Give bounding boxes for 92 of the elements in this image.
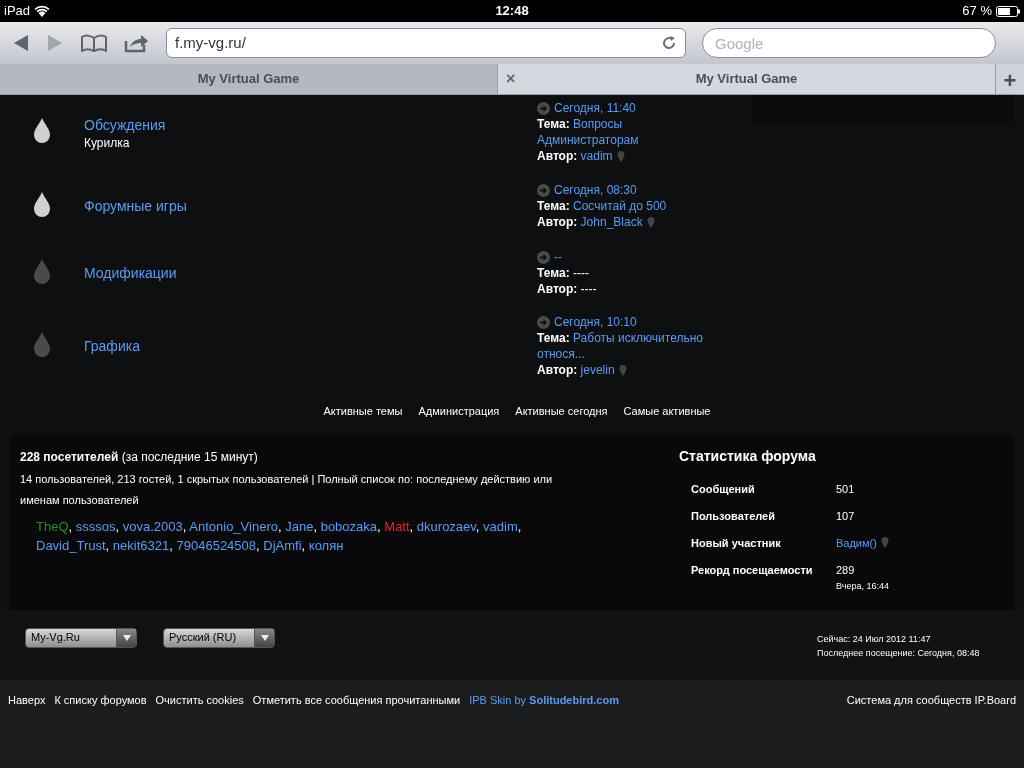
forum-title[interactable]: Модификации <box>84 262 537 284</box>
footer-link[interactable]: К списку форумов <box>54 691 147 706</box>
separator-comma: , <box>517 518 522 534</box>
stat-label: Пользователей <box>691 508 776 524</box>
tab-title: My Virtual Game <box>197 70 300 89</box>
online-user-link[interactable]: TheQ <box>36 518 69 534</box>
stat-label: Сообщений <box>691 481 756 497</box>
online-user-link[interactable]: Matt <box>384 518 410 534</box>
quick-link[interactable]: Администрация <box>418 403 500 420</box>
stat-value: 501 <box>836 481 855 497</box>
author-line: Автор: John_Black <box>537 214 643 230</box>
post-date-link[interactable]: Сегодня, 08:30 <box>554 182 637 198</box>
map-pin-icon <box>618 364 627 376</box>
clock: 12:48 <box>495 2 529 21</box>
post-date-link[interactable]: Сегодня, 10:10 <box>554 314 637 330</box>
forum-title[interactable]: Графика <box>84 335 537 357</box>
stat-label: Новый участник <box>691 535 782 551</box>
separator-comma: , <box>256 537 260 553</box>
forum-title[interactable]: Форумные игры <box>84 195 537 217</box>
online-user-link[interactable]: DjAmfi <box>263 537 302 553</box>
powered-by-link[interactable]: Система для сообществ IP.Board <box>846 691 1016 706</box>
topic-line: Тема: Сосчитай до 500 <box>537 198 668 214</box>
footer-link[interactable]: Наверх <box>8 691 46 706</box>
arrow-circle-icon <box>537 315 550 329</box>
separator-comma: , <box>115 518 120 534</box>
book-icon[interactable] <box>80 34 108 52</box>
time-info: Сейчас: 24 Июл 2012 11:47 <box>817 632 932 646</box>
device-name: iPad <box>4 2 31 21</box>
footer-link[interactable]: Отметить все сообщения прочитанными <box>252 691 461 706</box>
time-info: Последнее посещение: Сегодня, 08:48 <box>817 646 981 660</box>
stat-value: 107 <box>836 508 855 524</box>
separator-comma: , <box>105 537 110 553</box>
online-user-link[interactable]: dkurozaev <box>416 518 476 534</box>
post-date-link[interactable]: -- <box>554 249 562 265</box>
dropdown-select[interactable]: My-Vg.Ru <box>25 627 137 648</box>
new-tab-button[interactable]: + <box>996 64 1024 94</box>
arrow-circle-icon <box>537 101 550 115</box>
url-text: f.my-vg.ru/ <box>175 32 246 53</box>
address-field[interactable]: f.my-vg.ru/ <box>166 28 686 58</box>
share-icon[interactable] <box>124 33 150 53</box>
arrow-circle-icon <box>537 183 550 197</box>
quick-link[interactable]: Активные сегодня <box>515 403 608 420</box>
author-line: Автор: jevelin <box>537 362 615 378</box>
topic-line: Тема: Работы исключительно относя... <box>537 330 704 362</box>
online-user-link[interactable]: колян <box>308 537 344 553</box>
map-pin-icon <box>880 537 889 549</box>
tab-title: My Virtual Game <box>695 70 798 89</box>
caret-icon <box>260 634 269 641</box>
stat-value: 289 <box>836 562 856 578</box>
separator-comma: , <box>68 518 73 534</box>
separator-comma: , <box>182 518 187 534</box>
browser-tab[interactable]: My Virtual Game <box>0 64 498 94</box>
search-field[interactable]: Google <box>702 28 996 58</box>
online-user-link[interactable]: Antonio_Vinero <box>189 518 278 534</box>
separator-comma: , <box>169 537 173 553</box>
separator-comma: , <box>377 518 381 534</box>
quick-link[interactable]: Активные темы <box>323 403 403 420</box>
online-user-link[interactable]: David_Trust <box>36 537 106 553</box>
footer-link[interactable]: Очистить cookies <box>155 691 244 706</box>
post-date-link[interactable]: Сегодня, 11:40 <box>554 100 636 116</box>
topic-line: Тема: ---- <box>537 265 590 281</box>
author-line: Автор: ---- <box>537 281 597 297</box>
separator-comma: , <box>277 518 282 534</box>
quick-link[interactable]: Самые активные <box>623 403 711 420</box>
stat-label: Рекорд посещаемости <box>691 562 814 578</box>
forum-title[interactable]: Обсуждения <box>84 114 537 136</box>
wifi-icon <box>34 5 51 17</box>
visitors-summary: 14 пользователей, 213 гостей, 1 скрытых пользователей | Полный список по: последнему действию или именам пользователей <box>20 471 554 508</box>
dropdown-select[interactable]: Русский (RU) <box>163 627 275 648</box>
map-pin-icon <box>616 150 625 162</box>
arrow-circle-icon <box>537 250 550 264</box>
battery-icon <box>996 5 1020 17</box>
member-link[interactable]: Вадим() <box>836 534 877 551</box>
skin-credit-link[interactable]: IPB Skin by Solitudebird.com <box>469 691 619 706</box>
battery-percent: 67 % <box>962 2 992 21</box>
caret-icon <box>122 634 131 641</box>
reload-icon[interactable] <box>661 35 677 51</box>
online-user-link[interactable]: vova.2003 <box>122 518 183 534</box>
online-user-link[interactable]: vadim <box>483 518 518 534</box>
separator-comma: , <box>301 537 306 553</box>
close-tab-button[interactable]: × <box>506 67 516 91</box>
online-user-link[interactable]: ssssos <box>75 518 116 534</box>
subforum-link[interactable]: Курилка <box>84 135 537 150</box>
browser-tab[interactable]: × My Virtual Game <box>498 64 996 94</box>
separator-comma: , <box>313 518 318 534</box>
stats-title: Статистика форума <box>679 446 817 466</box>
separator-comma: , <box>409 518 414 534</box>
visitors-heading: 228 посетителей (за последние 15 минут) <box>20 448 259 466</box>
map-pin-icon <box>646 216 655 228</box>
author-line: Автор: vadim <box>537 148 613 164</box>
back-icon[interactable] <box>12 34 30 52</box>
record-date: Вчера, 16:44 <box>836 580 889 593</box>
